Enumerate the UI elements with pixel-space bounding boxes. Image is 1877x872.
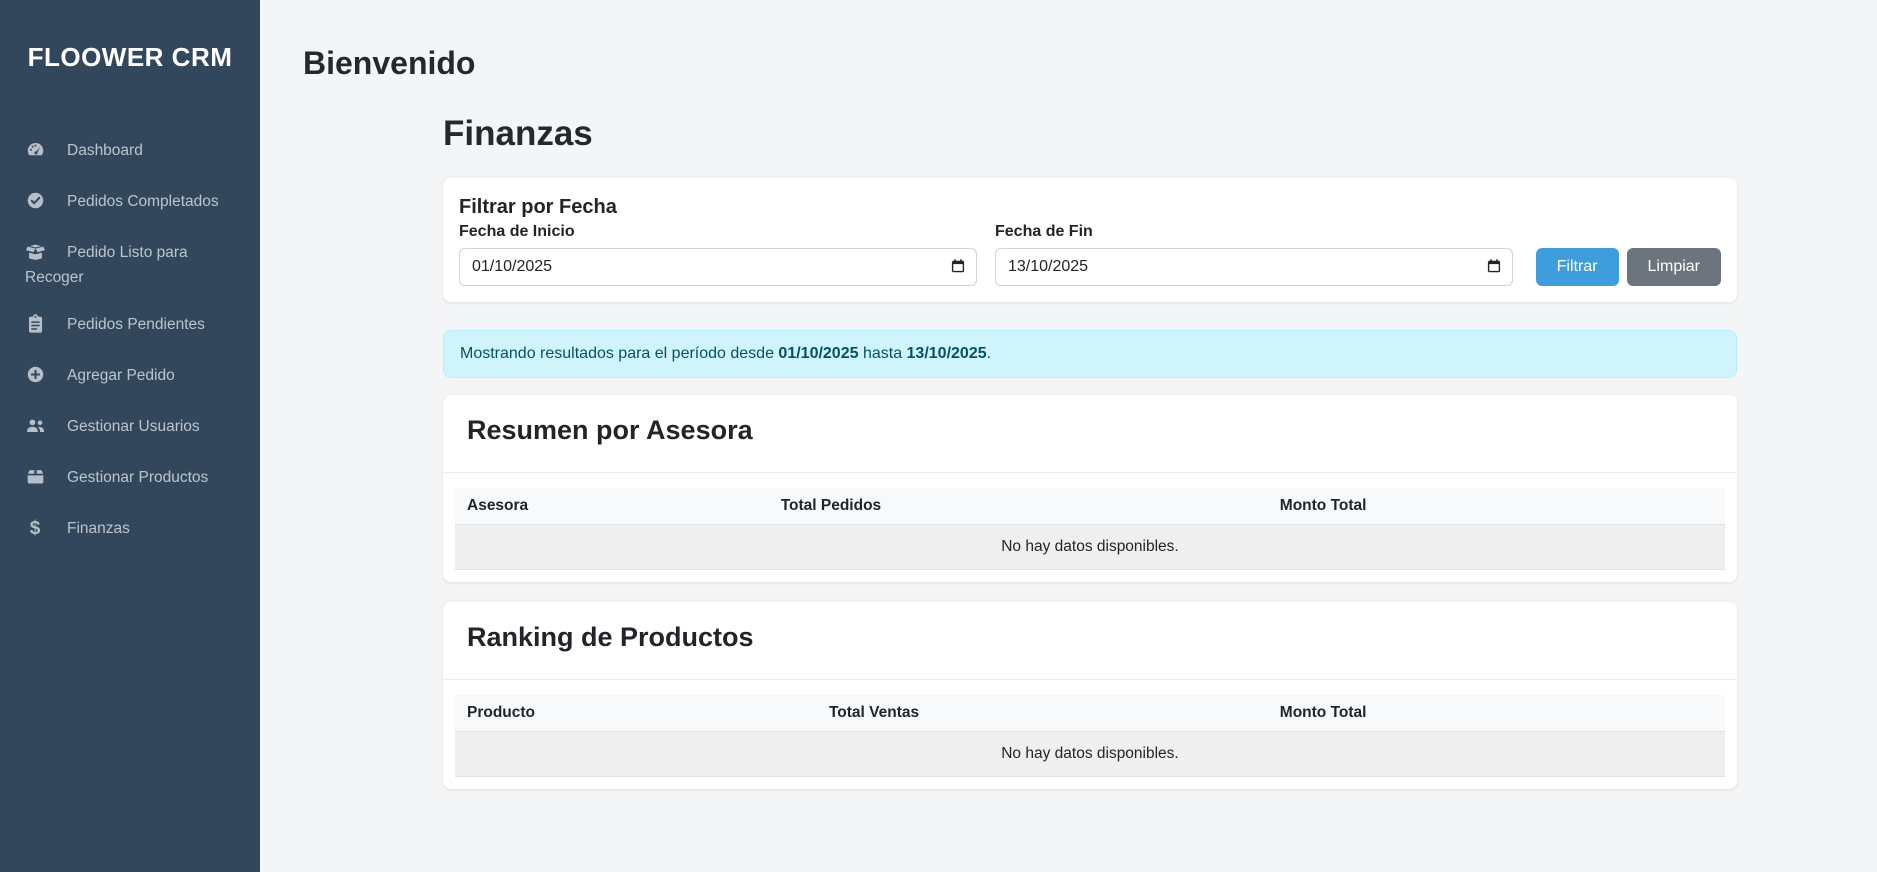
sidebar-item-label: Finanzas (67, 520, 130, 537)
sidebar-item-label: Gestionar Usuarios (67, 418, 200, 435)
resumen-asesora-card: Resumen por Asesora Asesora Total Pedido… (443, 395, 1737, 582)
users-icon (25, 416, 45, 441)
column-header-monto-total: Monto Total (1268, 695, 1725, 732)
end-date-input[interactable] (995, 248, 1513, 286)
sidebar-item-label: Pedido Listo para Recoger (25, 244, 188, 286)
alert-start-date: 01/10/2025 (778, 345, 858, 362)
alert-text-middle: hasta (859, 345, 907, 362)
page-title: Bienvenido (303, 45, 1877, 82)
ranking-productos-title: Ranking de Productos (443, 602, 1737, 680)
table-empty-row: No hay datos disponibles. (455, 732, 1725, 777)
resumen-asesora-table-wrap: Asesora Total Pedidos Monto Total No hay… (443, 473, 1737, 582)
sidebar-item-agregar-pedido[interactable]: Agregar Pedido (0, 352, 260, 403)
dollar-icon: $ (25, 518, 45, 539)
table-header-row: Asesora Total Pedidos Monto Total (455, 488, 1725, 525)
sidebar-item-label: Agregar Pedido (67, 367, 175, 384)
end-date-label: Fecha de Fin (995, 223, 1513, 241)
sidebar-item-pedidos-completados[interactable]: Pedidos Completados (0, 178, 260, 229)
sidebar: FLOOWER CRM Dashboard Pedidos Completado… (0, 0, 260, 872)
sidebar-item-gestionar-productos[interactable]: Gestionar Productos (0, 454, 260, 505)
column-header-total-ventas: Total Ventas (817, 695, 1268, 732)
gauge-icon (25, 140, 45, 165)
box-icon (25, 467, 45, 492)
start-date-label: Fecha de Inicio (459, 223, 977, 241)
sidebar-item-pedidos-pendientes[interactable]: Pedidos Pendientes (0, 301, 260, 352)
ranking-productos-table: Producto Total Ventas Monto Total No hay… (455, 695, 1725, 777)
filtrar-button[interactable]: Filtrar (1536, 248, 1619, 286)
sidebar-item-label: Pedidos Completados (67, 193, 219, 210)
alert-text-suffix: . (987, 345, 991, 362)
empty-message: No hay datos disponibles. (455, 732, 1725, 777)
main-content: Bienvenido Finanzas Filtrar por Fecha Fe… (260, 0, 1877, 789)
column-header-total-pedidos: Total Pedidos (769, 488, 1268, 525)
filter-title: Filtrar por Fecha (459, 196, 1721, 219)
column-header-producto: Producto (455, 695, 817, 732)
sidebar-item-gestionar-usuarios[interactable]: Gestionar Usuarios (0, 403, 260, 454)
sidebar-nav: Dashboard Pedidos Completados Pedido Lis… (0, 127, 260, 552)
filter-buttons: Filtrar Limpiar (1536, 248, 1721, 286)
end-date-group: Fecha de Fin (995, 223, 1513, 286)
ranking-productos-card: Ranking de Productos Producto Total Vent… (443, 602, 1737, 789)
check-circle-icon (25, 191, 45, 216)
resumen-asesora-table: Asesora Total Pedidos Monto Total No hay… (455, 488, 1725, 570)
empty-message: No hay datos disponibles. (455, 525, 1725, 570)
app-title: FLOOWER CRM (0, 0, 260, 73)
plus-circle-icon (25, 365, 45, 390)
filter-row: Fecha de Inicio Fecha de Fin Filtrar L (459, 223, 1721, 286)
sidebar-item-label: Dashboard (67, 142, 143, 159)
sidebar-item-pedido-listo-para-recoger[interactable]: Pedido Listo para Recoger (0, 229, 260, 301)
finanzas-section: Finanzas Filtrar por Fecha Fecha de Inic… (443, 114, 1737, 789)
ranking-productos-table-wrap: Producto Total Ventas Monto Total No hay… (443, 680, 1737, 789)
start-date-group: Fecha de Inicio (459, 223, 977, 286)
sidebar-item-label: Pedidos Pendientes (67, 316, 205, 333)
results-period-alert: Mostrando resultados para el período des… (443, 330, 1737, 378)
sidebar-item-label: Gestionar Productos (67, 469, 208, 486)
column-header-asesora: Asesora (455, 488, 769, 525)
sidebar-item-finanzas[interactable]: $ Finanzas (0, 505, 260, 552)
clipboard-icon (25, 314, 45, 339)
table-header-row: Producto Total Ventas Monto Total (455, 695, 1725, 732)
limpiar-button[interactable]: Limpiar (1627, 248, 1721, 286)
box-open-icon (25, 242, 45, 267)
start-date-input[interactable] (459, 248, 977, 286)
sidebar-item-dashboard[interactable]: Dashboard (0, 127, 260, 178)
date-filter-card: Filtrar por Fecha Fecha de Inicio Fecha … (443, 178, 1737, 302)
column-header-monto-total: Monto Total (1268, 488, 1725, 525)
resumen-asesora-title: Resumen por Asesora (443, 395, 1737, 473)
table-empty-row: No hay datos disponibles. (455, 525, 1725, 570)
alert-text-prefix: Mostrando resultados para el período des… (460, 345, 778, 362)
alert-end-date: 13/10/2025 (907, 345, 987, 362)
section-title: Finanzas (443, 114, 1737, 154)
